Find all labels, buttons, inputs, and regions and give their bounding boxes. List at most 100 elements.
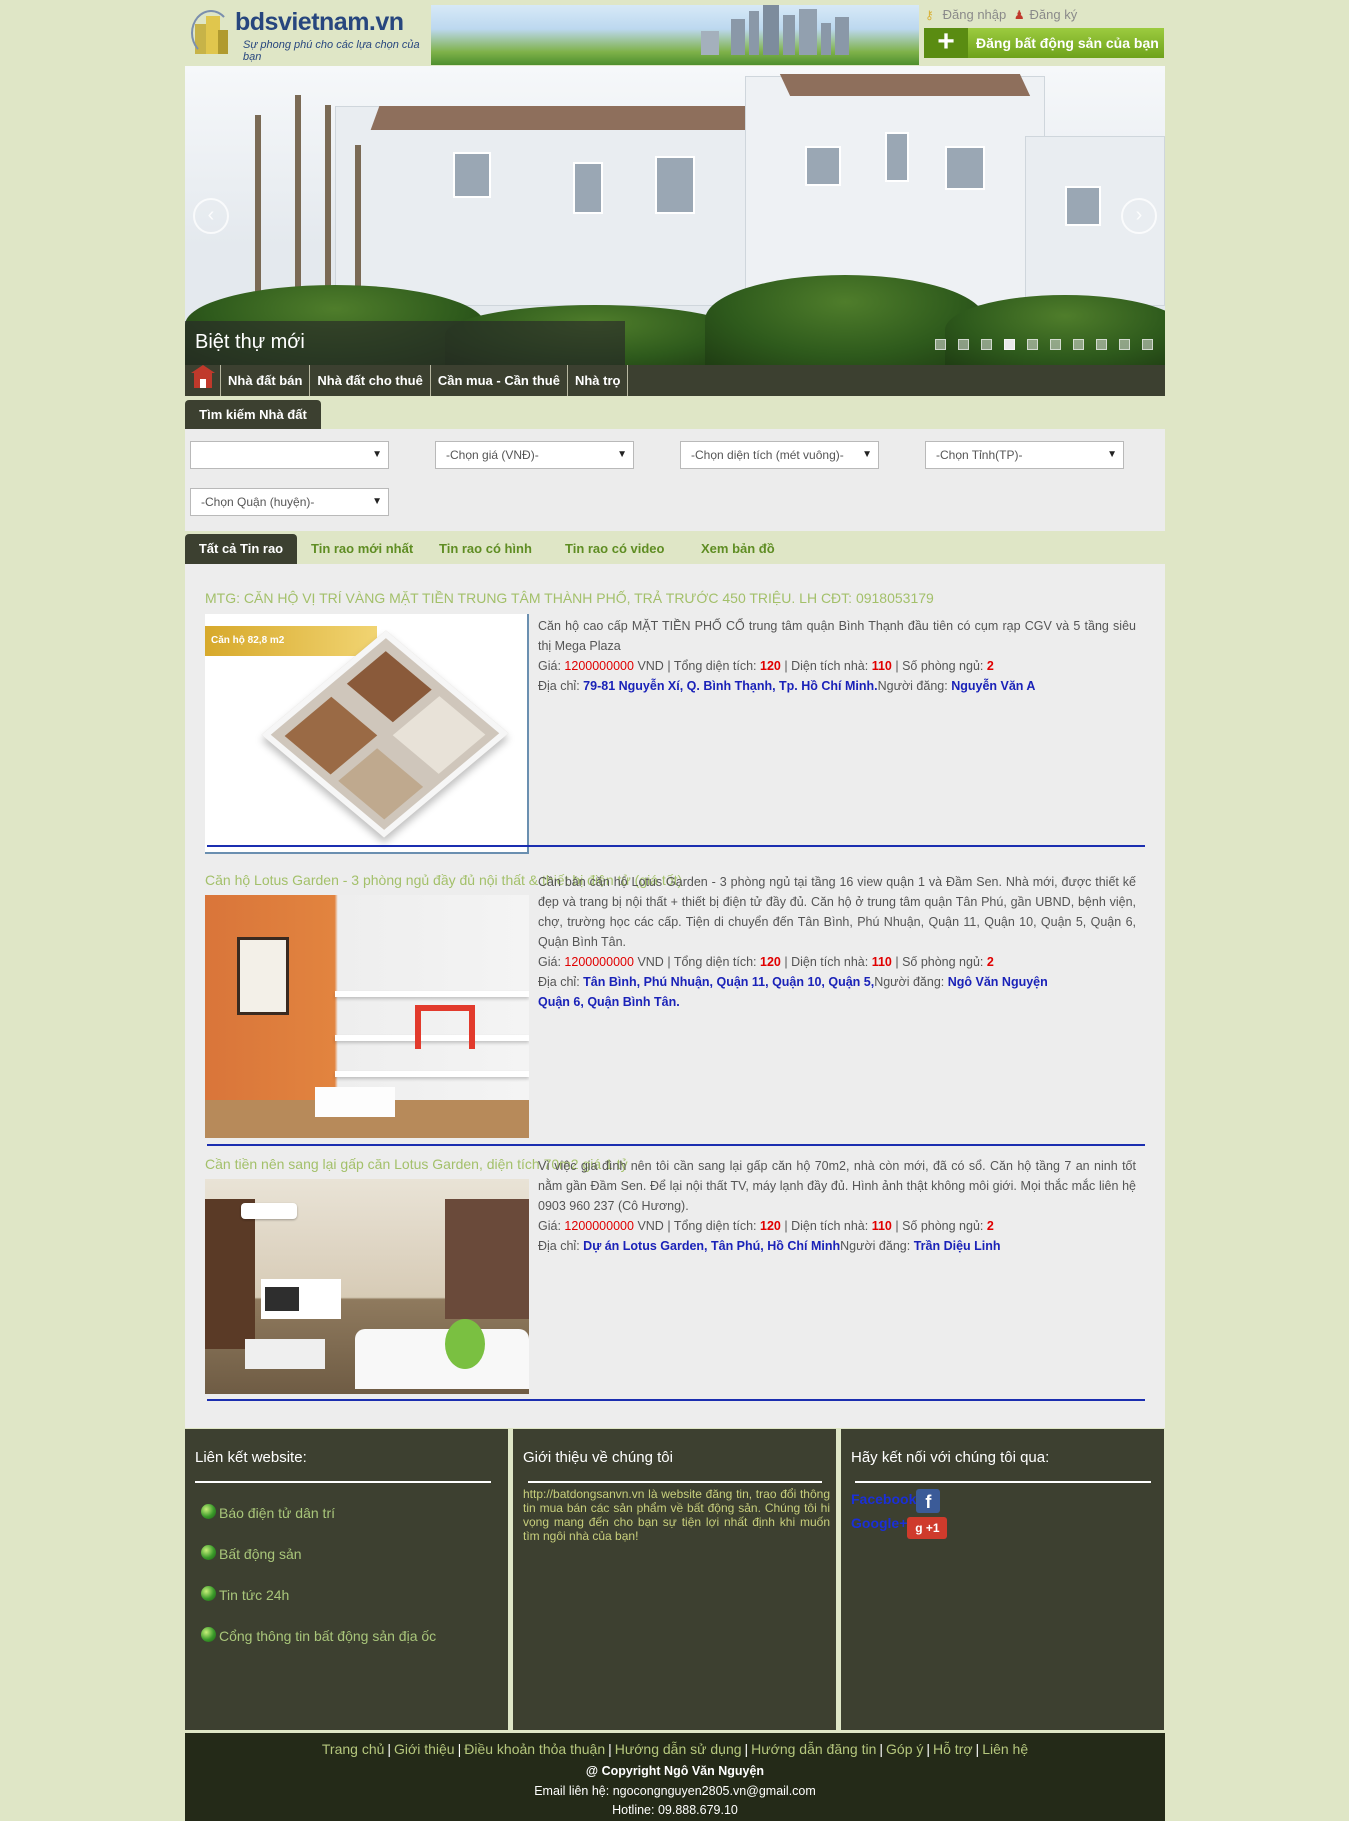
listing-specs: Giá: 1200000000 VND | Tổng diện tích: 12… <box>538 1219 994 1233</box>
login-link[interactable]: Đăng nhập <box>943 7 1007 22</box>
province-select[interactable]: -Chọn Tỉnh(TP)- ▼ <box>925 441 1124 469</box>
globe-icon <box>201 1627 216 1642</box>
plus-icon: + <box>924 27 968 58</box>
footer-link[interactable]: Cổng thông tin bất động sản địa ốc <box>201 1627 436 1644</box>
slider-dot[interactable] <box>1050 339 1061 350</box>
bottom-link[interactable]: Hướng dẫn đăng tin <box>751 1741 876 1757</box>
area-select[interactable]: -Chọn diện tích (mét vuông)- ▼ <box>680 441 879 469</box>
globe-icon <box>201 1504 216 1519</box>
listing-tabs: Tất cả Tin rao Tin rao mới nhất Tin rao … <box>185 534 1165 564</box>
listing-title[interactable]: MTG: CĂN HỘ VỊ TRÍ VÀNG MẶT TIỀN TRUNG T… <box>205 590 934 606</box>
hero-slider: ‹ › Biệt thự mới <box>185 66 1165 365</box>
footer-divider <box>855 1481 1151 1483</box>
listing-poster[interactable]: Ngô Văn Nguyện <box>948 975 1048 989</box>
slider-dot[interactable] <box>981 339 992 350</box>
slider-dot[interactable] <box>1119 339 1130 350</box>
listing-poster[interactable]: Trần Diệu Linh <box>914 1239 1001 1253</box>
listing-description: Cần bán căn hộ Lotus Garden - 3 phòng ng… <box>538 875 1136 949</box>
facebook-link[interactable]: Facebook f <box>851 1489 941 1513</box>
tab-all[interactable]: Tất cả Tin rao <box>185 534 297 564</box>
listing-poster[interactable]: Nguyễn Văn A <box>951 679 1035 693</box>
slider-dot[interactable] <box>1096 339 1107 350</box>
bottom-link[interactable]: Hướng dẫn sử dụng <box>615 1741 742 1757</box>
tab-with-video[interactable]: Tin rao có video <box>551 534 678 564</box>
listing-rooms: 2 <box>986 955 994 969</box>
header-city-banner <box>431 5 919 65</box>
footer-about-text: http://batdongsanvn.vn là website đăng t… <box>523 1487 830 1543</box>
globe-icon <box>201 1545 216 1560</box>
post-property-button[interactable]: + Đăng bất động sản của bạn <box>924 27 1164 58</box>
nav-item-nha-tro[interactable]: Nhà trọ <box>568 365 629 396</box>
nav-item-nha-dat-ban[interactable]: Nhà đất bán <box>221 365 311 396</box>
bottom-link[interactable]: Góp ý <box>886 1741 923 1757</box>
user-icon: ♟ <box>1013 8 1025 22</box>
bottom-link[interactable]: Liên hệ <box>982 1741 1028 1757</box>
footer-link[interactable]: Tin tức 24h <box>201 1586 289 1603</box>
listing-address: 79-81 Nguyễn Xí, Q. Bình Thạnh, Tp. Hồ C… <box>583 679 878 693</box>
bottom-bar: Trang chủ | Giới thiệu | Điều khoản thỏa thu… <box>185 1733 1165 1821</box>
main-nav: Nhà đất bán Nhà đất cho thuê Cần mua - C… <box>185 365 1165 396</box>
slider-dot[interactable] <box>1142 339 1153 350</box>
facebook-icon: f <box>916 1489 941 1513</box>
dropdown-arrow-icon: ▼ <box>617 449 627 460</box>
bottom-link[interactable]: Trang chủ <box>322 1741 385 1757</box>
home-icon[interactable] <box>185 365 221 396</box>
bottom-link[interactable]: Điều khoản thỏa thuận <box>464 1741 605 1757</box>
listing-address: Dự án Lotus Garden, Tân Phú, Hồ Chí Minh <box>583 1239 841 1253</box>
listing-divider <box>207 1399 1145 1401</box>
footer-link[interactable]: Báo điện tử dân trí <box>201 1504 335 1521</box>
search-tab[interactable]: Tìm kiếm Nhà đất <box>185 400 321 429</box>
listing-address-row: Địa chỉ: Dự án Lotus Garden, Tân Phú, Hồ… <box>538 1239 1001 1253</box>
tab-newest[interactable]: Tin rao mới nhất <box>297 534 427 564</box>
register-link[interactable]: Đăng ký <box>1030 7 1078 22</box>
listing-image[interactable] <box>205 895 529 1138</box>
listing-area: 120 <box>760 1219 781 1233</box>
price-select[interactable]: -Chọn giá (VNĐ)- ▼ <box>435 441 634 469</box>
bottom-link[interactable]: Giới thiệu <box>394 1741 455 1757</box>
slider-next-icon[interactable]: › <box>1121 198 1157 234</box>
bottom-link[interactable]: Hỗ trợ <box>933 1741 973 1757</box>
listing-specs: Giá: 1200000000 VND | Tổng diện tích: 12… <box>538 659 994 673</box>
property-type-select[interactable]: ▼ <box>190 441 389 469</box>
listing-image[interactable] <box>205 1179 529 1394</box>
nav-item-can-mua-can-thue[interactable]: Cần mua - Cần thuê <box>431 365 568 396</box>
auth-links: ⚷ Đăng nhập ♟ Đăng ký <box>925 7 1077 22</box>
footer-links-column: Liên kết website: Báo điện tử dân trí Bấ… <box>185 1429 508 1730</box>
footer-link[interactable]: Bất động sản <box>201 1545 302 1562</box>
listing-rooms: 2 <box>986 1219 994 1233</box>
tab-map[interactable]: Xem bản đồ <box>687 534 789 564</box>
contact-email: Email liên hệ: ngocongnguyen2805.vn@gmai… <box>534 1784 816 1798</box>
google-plus-icon: g +1 <box>907 1517 948 1539</box>
slider-dot[interactable] <box>1004 339 1015 350</box>
bottom-links: Trang chủ | Giới thiệu | Điều khoản thỏa thu… <box>185 1741 1165 1757</box>
listing-details: Vì việc gia đình nên tôi cần sang lại gấ… <box>538 1156 1136 1256</box>
footer-divider <box>195 1481 491 1483</box>
listing-price: 1200000000 <box>564 659 634 673</box>
site-logo[interactable]: bdsvietnam.vn Sự phong phú cho các lựa c… <box>191 6 427 63</box>
slide-caption: Biệt thự mới <box>185 321 625 365</box>
footer-social-title: Hãy kết nối với chúng tôi qua: <box>851 1449 1050 1466</box>
listing-address-row: Địa chỉ: 79-81 Nguyễn Xí, Q. Bình Thạnh,… <box>538 679 1036 693</box>
slider-dot[interactable] <box>935 339 946 350</box>
link-separator: | <box>975 1741 980 1757</box>
logo-building-icon <box>191 10 231 56</box>
link-separator: | <box>879 1741 884 1757</box>
post-property-label: Đăng bất động sản của bạn <box>976 35 1159 51</box>
slider-dot[interactable] <box>1027 339 1038 350</box>
logo-tagline: Sự phong phú cho các lựa chọn của bạn <box>243 39 420 63</box>
listing-address: Tân Bình, Phú Nhuận, Quận 11, Quận 10, Q… <box>583 975 875 989</box>
listing-details: Căn hộ cao cấp MẶT TIỀN PHỐ CỔ trung tâm… <box>538 616 1136 696</box>
listing-specs: Giá: 1200000000 VND | Tổng diện tích: 12… <box>538 955 994 969</box>
nav-item-nha-dat-cho-thue[interactable]: Nhà đất cho thuê <box>310 365 431 396</box>
listing-divider <box>207 1144 1145 1146</box>
slider-dot[interactable] <box>958 339 969 350</box>
google-plus-link[interactable]: Google+ g +1 <box>851 1515 948 1539</box>
listing-house-area: 110 <box>871 1219 892 1233</box>
slider-dot[interactable] <box>1073 339 1084 350</box>
slider-prev-icon[interactable]: ‹ <box>193 198 229 234</box>
tab-with-images[interactable]: Tin rao có hình <box>425 534 546 564</box>
listing-image[interactable]: Căn hộ 82,8 m2 <box>205 614 529 854</box>
listing-house-area: 110 <box>871 659 892 673</box>
district-select[interactable]: -Chọn Quận (huyện)- ▼ <box>190 488 389 516</box>
key-icon: ⚷ <box>925 8 934 22</box>
